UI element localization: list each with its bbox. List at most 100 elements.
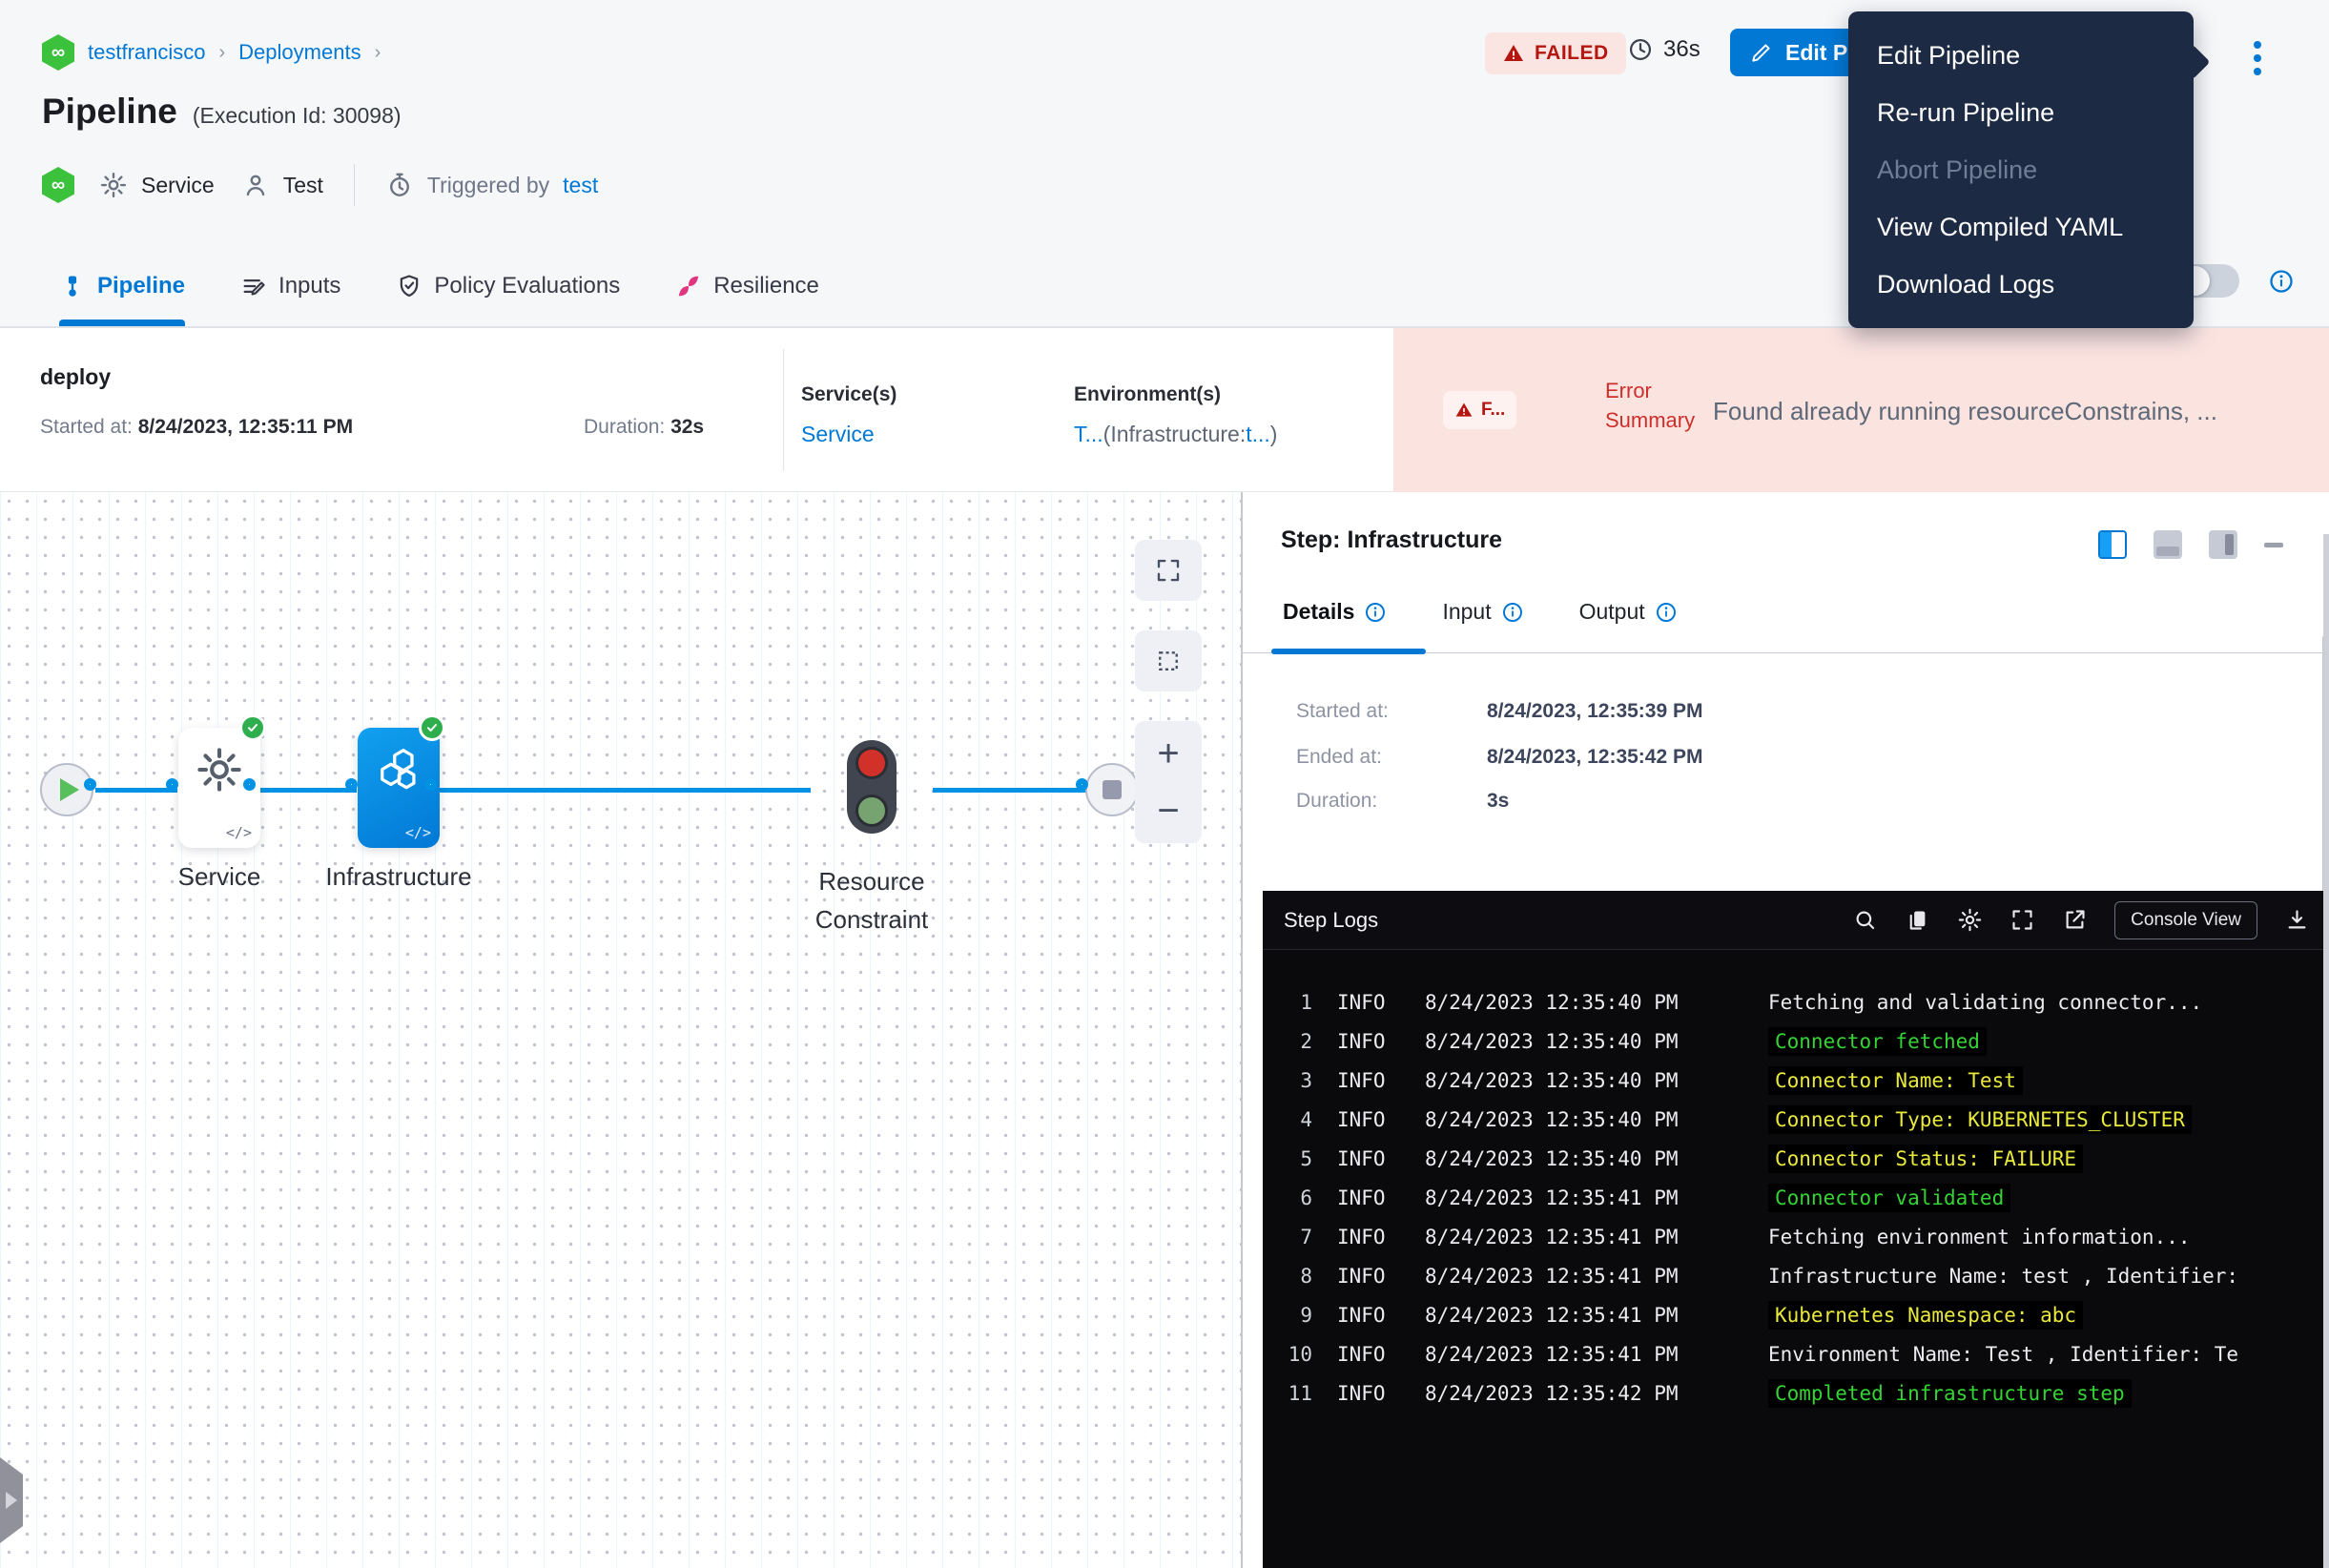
tabbar-right-controls (2178, 264, 2295, 298)
canvas-fullscreen-button[interactable] (1135, 540, 1202, 601)
menu-item-abort-pipeline[interactable]: Abort Pipeline (1848, 141, 2194, 198)
info-icon (1655, 601, 1678, 624)
service-meta-label: Service (141, 173, 215, 198)
breadcrumb: ∞ testfrancisco › Deployments › (42, 34, 381, 71)
title-row: Pipeline (Execution Id: 30098) (42, 92, 402, 132)
connector-line (933, 788, 1087, 793)
menu-item-download-logs[interactable]: Download Logs (1848, 256, 2194, 313)
resilience-icon (675, 273, 702, 299)
environment-link[interactable]: T... (1074, 422, 1103, 446)
chevron-right-icon: › (375, 42, 381, 64)
copy-icon[interactable] (1905, 907, 1930, 933)
warning-triangle-icon (1454, 401, 1474, 420)
fullscreen-icon (1154, 556, 1183, 585)
zoom-out-button[interactable]: − (1157, 792, 1179, 830)
layout-right-panel-icon[interactable] (2098, 530, 2127, 559)
success-check-icon (419, 714, 445, 741)
tab-output[interactable]: Output (1579, 599, 1678, 625)
log-line: 8INFO8/24/2023 12:35:41 PMInfrastructure… (1263, 1256, 2329, 1295)
code-icon (405, 824, 431, 841)
pencil-icon (1749, 40, 1774, 65)
info-icon[interactable] (2268, 268, 2295, 295)
kebab-menu-icon[interactable] (2243, 34, 2272, 82)
node-port (345, 778, 358, 791)
elapsed-time-value: 36s (1663, 36, 1700, 63)
service-link[interactable]: Service (801, 422, 875, 446)
log-line: 4INFO8/24/2023 12:35:40 PMConnector Type… (1263, 1100, 2329, 1139)
error-summary-message[interactable]: Found already running resourceConstrains… (1713, 397, 2304, 426)
log-line: 10INFO8/24/2023 12:35:41 PMEnvironment N… (1263, 1334, 2329, 1373)
vertical-scrollbar[interactable] (2323, 534, 2329, 1568)
divider (783, 349, 784, 471)
failed-mini-badge: F... (1443, 391, 1516, 429)
external-link-icon[interactable] (2062, 907, 2088, 933)
log-line: 5INFO8/24/2023 12:35:40 PMConnector Stat… (1263, 1139, 2329, 1178)
gear-icon (99, 171, 128, 199)
info-icon (1364, 601, 1387, 624)
fullscreen-icon[interactable] (2010, 907, 2035, 933)
pipeline-execution-page: ∞ testfrancisco › Deployments › Pipeline… (0, 0, 2329, 1568)
inputs-icon (240, 273, 267, 299)
breadcrumb-project-link[interactable]: testfrancisco (88, 40, 206, 65)
stage-summary-bar[interactable]: deploy Started at: 8/24/2023, 12:35:11 P… (0, 328, 2329, 492)
tab-pipeline[interactable]: Pipeline (59, 245, 185, 326)
log-line: 2INFO8/24/2023 12:35:40 PMConnector fetc… (1263, 1021, 2329, 1061)
layout-bottom-panel-icon[interactable] (2154, 530, 2182, 559)
console-toolbar: Console View (1852, 901, 2310, 939)
warning-triangle-icon (1502, 42, 1525, 65)
clock-icon (1627, 36, 1654, 63)
test-meta-label: Test (283, 173, 323, 198)
tab-input[interactable]: Input (1442, 599, 1523, 625)
shield-check-icon (396, 273, 423, 299)
download-icon[interactable] (2284, 907, 2310, 933)
tab-policy-evaluations[interactable]: Policy Evaluations (396, 245, 620, 326)
node-port (166, 778, 178, 791)
console-view-button[interactable]: Console View (2114, 901, 2257, 939)
marquee-select-icon (1154, 647, 1183, 675)
node-port (424, 778, 437, 791)
info-icon (1501, 601, 1524, 624)
log-lines[interactable]: 1INFO8/24/2023 12:35:40 PMFetching and v… (1263, 950, 2329, 1568)
stopwatch-icon (385, 171, 414, 199)
divider (354, 164, 355, 206)
tab-inputs[interactable]: Inputs (240, 245, 340, 326)
start-node[interactable] (40, 763, 93, 816)
chevron-right-icon (6, 1492, 17, 1509)
red-light-icon (855, 747, 888, 779)
canvas-select-button[interactable] (1135, 630, 1202, 691)
infrastructure-link[interactable]: t... (1246, 422, 1270, 446)
breadcrumb-deployments-link[interactable]: Deployments (238, 40, 361, 65)
detail-row-ended: Ended at:8/24/2023, 12:35:42 PM (1296, 746, 1703, 769)
play-icon (60, 778, 79, 801)
elapsed-time: 36s (1627, 36, 1700, 63)
success-check-icon (239, 714, 266, 741)
detail-row-duration: Duration:3s (1296, 790, 1509, 813)
stage-duration: Duration: 32s (584, 416, 704, 439)
layout-minimized-panel-icon[interactable] (2209, 530, 2237, 559)
menu-item-edit-pipeline[interactable]: Edit Pipeline (1848, 27, 2194, 84)
triggered-by-user-link[interactable]: test (563, 173, 598, 198)
pipeline-context-menu: Edit Pipeline Re-run Pipeline Abort Pipe… (1848, 11, 2194, 328)
resource-constraint-node[interactable] (847, 740, 897, 834)
execution-id: (Execution Id: 30098) (193, 103, 402, 129)
active-tab-underline (1271, 649, 1426, 654)
gear-icon (195, 745, 244, 794)
pipeline-graph-canvas[interactable]: Service Infrastructure Resource Constrai… (0, 492, 1241, 1568)
pipeline-meta-row: ∞ Service Test Triggered by test (42, 164, 598, 206)
expand-panel-handle[interactable] (0, 1457, 23, 1543)
tab-details[interactable]: Details (1283, 599, 1387, 625)
menu-item-view-compiled-yaml[interactable]: View Compiled YAML (1848, 198, 2194, 256)
gear-icon[interactable] (1957, 907, 1983, 933)
node-label-service: Service (138, 862, 300, 892)
menu-item-rerun-pipeline[interactable]: Re-run Pipeline (1848, 84, 2194, 141)
search-icon[interactable] (1852, 907, 1878, 933)
harness-cd-icon: ∞ (42, 34, 74, 71)
zoom-in-button[interactable]: + (1157, 734, 1179, 773)
end-node[interactable] (1085, 763, 1139, 816)
pipeline-icon (59, 273, 86, 299)
connector-line (255, 788, 357, 793)
node-port (243, 778, 256, 791)
tab-resilience[interactable]: Resilience (675, 245, 819, 326)
minimize-panel-icon[interactable] (2264, 543, 2283, 547)
detail-row-started: Started at:8/24/2023, 12:35:39 PM (1296, 700, 1703, 723)
